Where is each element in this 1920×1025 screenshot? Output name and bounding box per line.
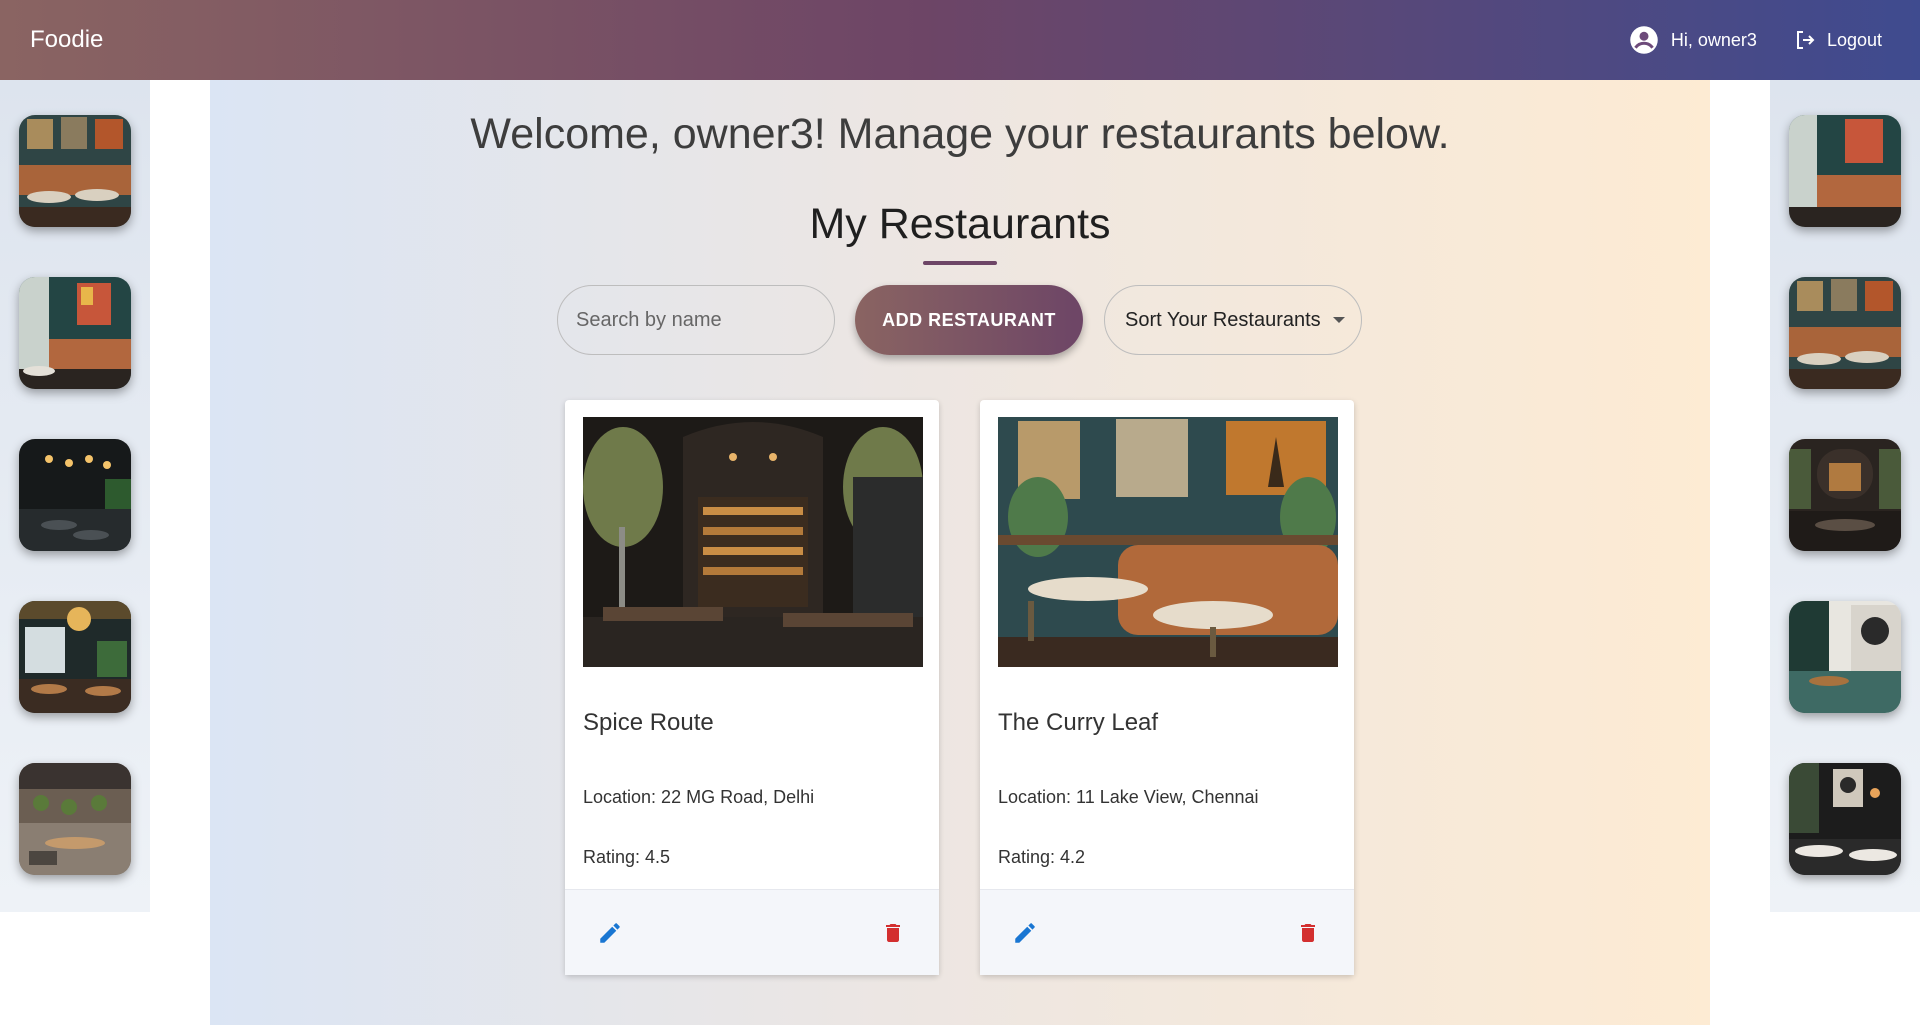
restaurant-location: Location: 11 Lake View, Chennai [998, 787, 1259, 807]
top-app-bar: Foodie Hi, owner3 Logout [0, 0, 1920, 80]
header-actions: Hi, owner3 Logout [1629, 25, 1882, 55]
account-circle-icon [1630, 26, 1658, 54]
restaurant-thumbnail [19, 277, 131, 389]
restaurant-rating: Rating: 4.2 [998, 847, 1086, 867]
delete-button[interactable] [881, 920, 905, 951]
pencil-icon [600, 923, 620, 943]
restaurant-thumbnail [19, 601, 131, 713]
restaurant-card: Spice Route Location: 22 MG Road, Delhi … [565, 400, 939, 975]
delete-button[interactable] [1296, 920, 1320, 951]
restaurant-thumbnail [1789, 115, 1901, 227]
restaurant-thumbnail [19, 115, 131, 227]
right-image-rail [1770, 80, 1920, 912]
search-input[interactable] [557, 285, 835, 355]
restaurant-name: The Curry Leaf [998, 709, 1159, 736]
caret-down-icon [1332, 317, 1345, 323]
restaurant-thumbnail [1789, 277, 1901, 389]
logout-button[interactable]: Logout [1793, 28, 1882, 52]
restaurant-thumbnail [19, 439, 131, 551]
restaurant-card: The Curry Leaf Location: 11 Lake View, C… [980, 400, 1354, 975]
main-content: Welcome, owner3! Manage your restaurants… [210, 80, 1710, 1025]
sort-label: Sort Your Restaurants [1125, 308, 1321, 331]
brand-logo[interactable]: Foodie [30, 26, 103, 54]
restaurant-image [583, 417, 923, 667]
card-actions [565, 889, 939, 975]
restaurant-thumbnail [1789, 439, 1901, 551]
title-underline [923, 261, 997, 265]
pencil-icon [1015, 923, 1035, 943]
page-title: My Restaurants [809, 200, 1111, 248]
left-image-rail [0, 80, 150, 912]
edit-button[interactable] [1012, 920, 1038, 951]
logout-label: Logout [1826, 29, 1882, 50]
card-actions [980, 889, 1354, 975]
restaurant-rating: Rating: 4.5 [583, 847, 671, 867]
user-greeting: Hi, owner3 [1670, 29, 1757, 50]
logout-icon [1796, 31, 1815, 49]
restaurant-location: Location: 22 MG Road, Delhi [583, 787, 815, 807]
welcome-message: Welcome, owner3! Manage your restaurants… [470, 110, 1450, 158]
edit-button[interactable] [597, 920, 623, 951]
restaurant-thumbnail [1789, 601, 1901, 713]
restaurant-thumbnail [19, 763, 131, 875]
trash-icon [886, 924, 900, 942]
user-menu[interactable]: Hi, owner3 [1629, 25, 1757, 55]
restaurant-name: Spice Route [583, 709, 714, 736]
add-restaurant-button[interactable]: ADD RESTAURANT [855, 285, 1083, 355]
restaurant-image [998, 417, 1338, 667]
sort-dropdown[interactable]: Sort Your Restaurants [1104, 285, 1362, 355]
trash-icon [1301, 924, 1315, 942]
restaurant-thumbnail [1789, 763, 1901, 875]
